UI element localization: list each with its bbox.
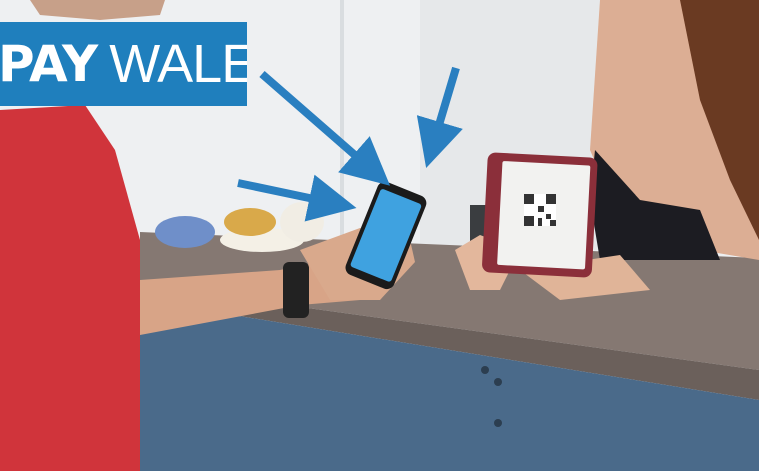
counter-screw <box>481 366 489 374</box>
qr-code-icon <box>524 194 556 226</box>
wristwatch-icon <box>283 262 309 318</box>
pay-walet-banner: PAY WALET <box>0 22 247 106</box>
counter-screw <box>494 378 502 386</box>
food <box>224 208 276 236</box>
ceramic-jar <box>280 202 324 242</box>
glass-bowl <box>155 216 215 248</box>
wall-seam <box>340 0 344 240</box>
banner-word-bold: PAY <box>0 35 98 93</box>
banner-word-light: WALET <box>109 34 247 94</box>
photo-scene: PAY WALET <box>0 0 759 471</box>
counter-screw <box>494 419 502 427</box>
